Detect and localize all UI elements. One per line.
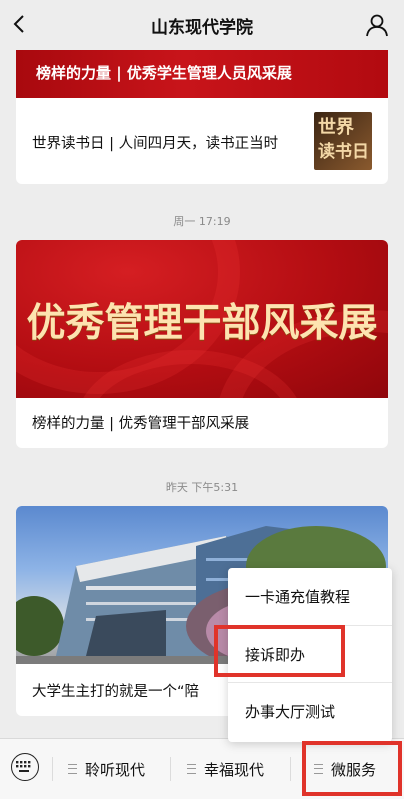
page-title: 山东现代学院 <box>151 17 253 38</box>
article-cover-image: 优秀管理干部风采展 <box>16 240 388 398</box>
article-card-group-1: 榜样的力量 | 优秀学生管理人员风采展 世界读书日 | 人间四月天，读书正当时 … <box>16 30 388 184</box>
user-profile-icon[interactable] <box>364 12 390 38</box>
article-list-item-title: 世界读书日 | 人间四月天，读书正当时 <box>32 136 279 152</box>
menu-item-service-hall-test[interactable]: 办事大厅测试 <box>228 682 392 739</box>
tab-happy-modern[interactable]: 幸福现代 <box>187 739 264 799</box>
menu-item-card-recharge-guide[interactable]: 一卡通充值教程 <box>228 568 392 625</box>
menu-lines-icon <box>68 764 77 774</box>
tab-listen-modern[interactable]: 聆听现代 <box>68 739 145 799</box>
keyboard-toggle-icon[interactable] <box>11 753 39 781</box>
back-arrow-icon[interactable] <box>8 12 32 36</box>
banner-article-title: 榜样的力量 | 优秀学生管理人员风采展 <box>36 64 292 82</box>
message-timestamp: 周一 17:19 <box>173 215 231 228</box>
article-card[interactable]: 优秀管理干部风采展 榜样的力量 | 优秀管理干部风采展 <box>16 240 388 448</box>
article-thumbnail: 世界 读书日 <box>314 112 372 170</box>
article-list-item[interactable]: 世界读书日 | 人间四月天，读书正当时 世界 读书日 <box>16 98 388 184</box>
article-title: 榜样的力量 | 优秀管理干部风采展 <box>32 416 250 432</box>
message-timestamp: 昨天 下午5:31 <box>165 481 239 494</box>
tab-label: 聆听现代 <box>85 760 146 779</box>
tab-label: 幸福现代 <box>204 760 265 779</box>
thumbnail-text-line2: 读书日 <box>318 142 369 162</box>
menu-lines-icon <box>187 764 196 774</box>
article-title: 大学生主打的就是一个“陪 <box>32 684 200 700</box>
highlight-annotation-box <box>214 625 345 677</box>
top-navigation-bar: 山东现代学院 <box>0 0 404 50</box>
cover-headline: 优秀管理干部风采展 <box>26 300 378 346</box>
highlight-annotation-box <box>302 741 402 796</box>
thumbnail-text-line1: 世界 <box>318 117 354 138</box>
